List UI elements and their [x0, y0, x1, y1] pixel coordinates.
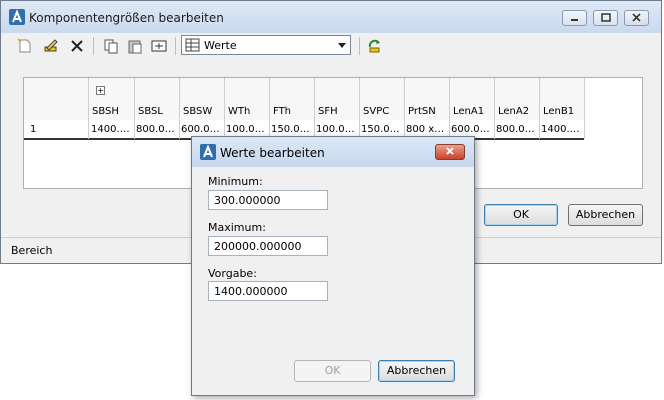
column-divider: [494, 78, 495, 139]
column-header[interactable]: FTh: [273, 106, 291, 117]
toolbar: Werte: [9, 33, 655, 59]
chevron-down-icon: [338, 43, 346, 48]
column-divider: [584, 78, 585, 139]
edit-values-dialog: Werte bearbeiten Minimum: Maximum: Vorga…: [191, 136, 475, 396]
column-header[interactable]: LenB1: [543, 106, 574, 117]
dialog-title: Werte bearbeiten: [220, 146, 325, 160]
copy-icon[interactable]: [101, 36, 121, 56]
cancel-button[interactable]: Abbrechen: [568, 204, 643, 226]
default-field[interactable]: [208, 281, 328, 301]
column-divider: [314, 78, 315, 139]
column-header[interactable]: SFH: [318, 106, 338, 117]
minimize-icon: [563, 15, 586, 28]
window-title: Komponentengrößen bearbeiten: [29, 11, 224, 25]
maximum-field[interactable]: [208, 236, 328, 256]
restore-button[interactable]: [593, 10, 618, 26]
row-number: 1: [30, 124, 37, 135]
column-divider: [224, 78, 225, 139]
table-cell[interactable]: 800.0…: [136, 124, 178, 135]
title-bar: Komponentengrößen bearbeiten: [1, 1, 661, 33]
table-cell[interactable]: 600.0…: [181, 124, 223, 135]
table-cell[interactable]: 150.0…: [361, 124, 403, 135]
dialog-title-bar: Werte bearbeiten: [192, 137, 474, 167]
column-header[interactable]: SVPC: [363, 106, 389, 117]
table-cell[interactable]: 100.0…: [316, 124, 358, 135]
dialog-cancel-button[interactable]: Abbrechen: [378, 360, 455, 382]
delete-icon[interactable]: [67, 36, 87, 56]
table-cell[interactable]: 800.0…: [496, 124, 538, 135]
column-header[interactable]: LenA1: [453, 106, 484, 117]
close-icon: [436, 147, 464, 162]
column-divider: [134, 78, 135, 139]
toolbar-separator: [93, 37, 94, 55]
column-header[interactable]: LenA2: [498, 106, 529, 117]
table-cell[interactable]: 150.0…: [271, 124, 313, 135]
maximum-label: Maximum:: [208, 221, 266, 234]
table-cell[interactable]: 1400.…: [91, 124, 133, 135]
rename-icon[interactable]: [149, 36, 169, 56]
autocad-icon: [9, 9, 25, 25]
dialog-ok-button[interactable]: OK: [294, 360, 371, 382]
column-divider: [539, 78, 540, 139]
minimum-field[interactable]: [208, 190, 328, 210]
close-button[interactable]: [624, 10, 649, 26]
column-divider: [449, 78, 450, 139]
column-header[interactable]: SBSW: [183, 106, 212, 117]
status-text: Bereich: [11, 244, 53, 257]
toolbar-separator: [359, 37, 360, 55]
table-cell[interactable]: 600.0…: [451, 124, 493, 135]
minimum-label: Minimum:: [208, 175, 263, 188]
column-divider: [88, 78, 89, 139]
column-header[interactable]: SBSH: [92, 106, 119, 117]
close-icon: [625, 13, 648, 28]
toolbar-separator: [175, 37, 176, 55]
expand-icon[interactable]: +: [96, 86, 105, 95]
combo-value: Werte: [204, 39, 237, 52]
column-header[interactable]: PrtSN: [408, 106, 436, 117]
table-cell[interactable]: 1400.…: [541, 124, 583, 135]
column-divider: [359, 78, 360, 139]
column-header[interactable]: WTh: [228, 106, 250, 117]
values-combo[interactable]: Werte: [181, 35, 351, 55]
edit-icon[interactable]: [41, 36, 61, 56]
default-label: Vorgabe:: [208, 267, 257, 280]
minimize-button[interactable]: [562, 10, 587, 26]
dialog-close-button[interactable]: [435, 144, 465, 160]
column-divider: [269, 78, 270, 139]
restore-icon: [594, 13, 617, 28]
autocad-icon: [200, 144, 216, 160]
column-header[interactable]: SBSL: [138, 106, 163, 117]
table-icon: [185, 38, 201, 55]
table-cell[interactable]: 800 x…: [406, 124, 448, 135]
column-divider: [179, 78, 180, 139]
table-cell[interactable]: 100.0…: [226, 124, 268, 135]
refresh-icon[interactable]: [365, 36, 385, 56]
new-icon[interactable]: [15, 36, 35, 56]
paste-icon[interactable]: [125, 36, 145, 56]
ok-button[interactable]: OK: [484, 204, 558, 226]
column-divider: [404, 78, 405, 139]
